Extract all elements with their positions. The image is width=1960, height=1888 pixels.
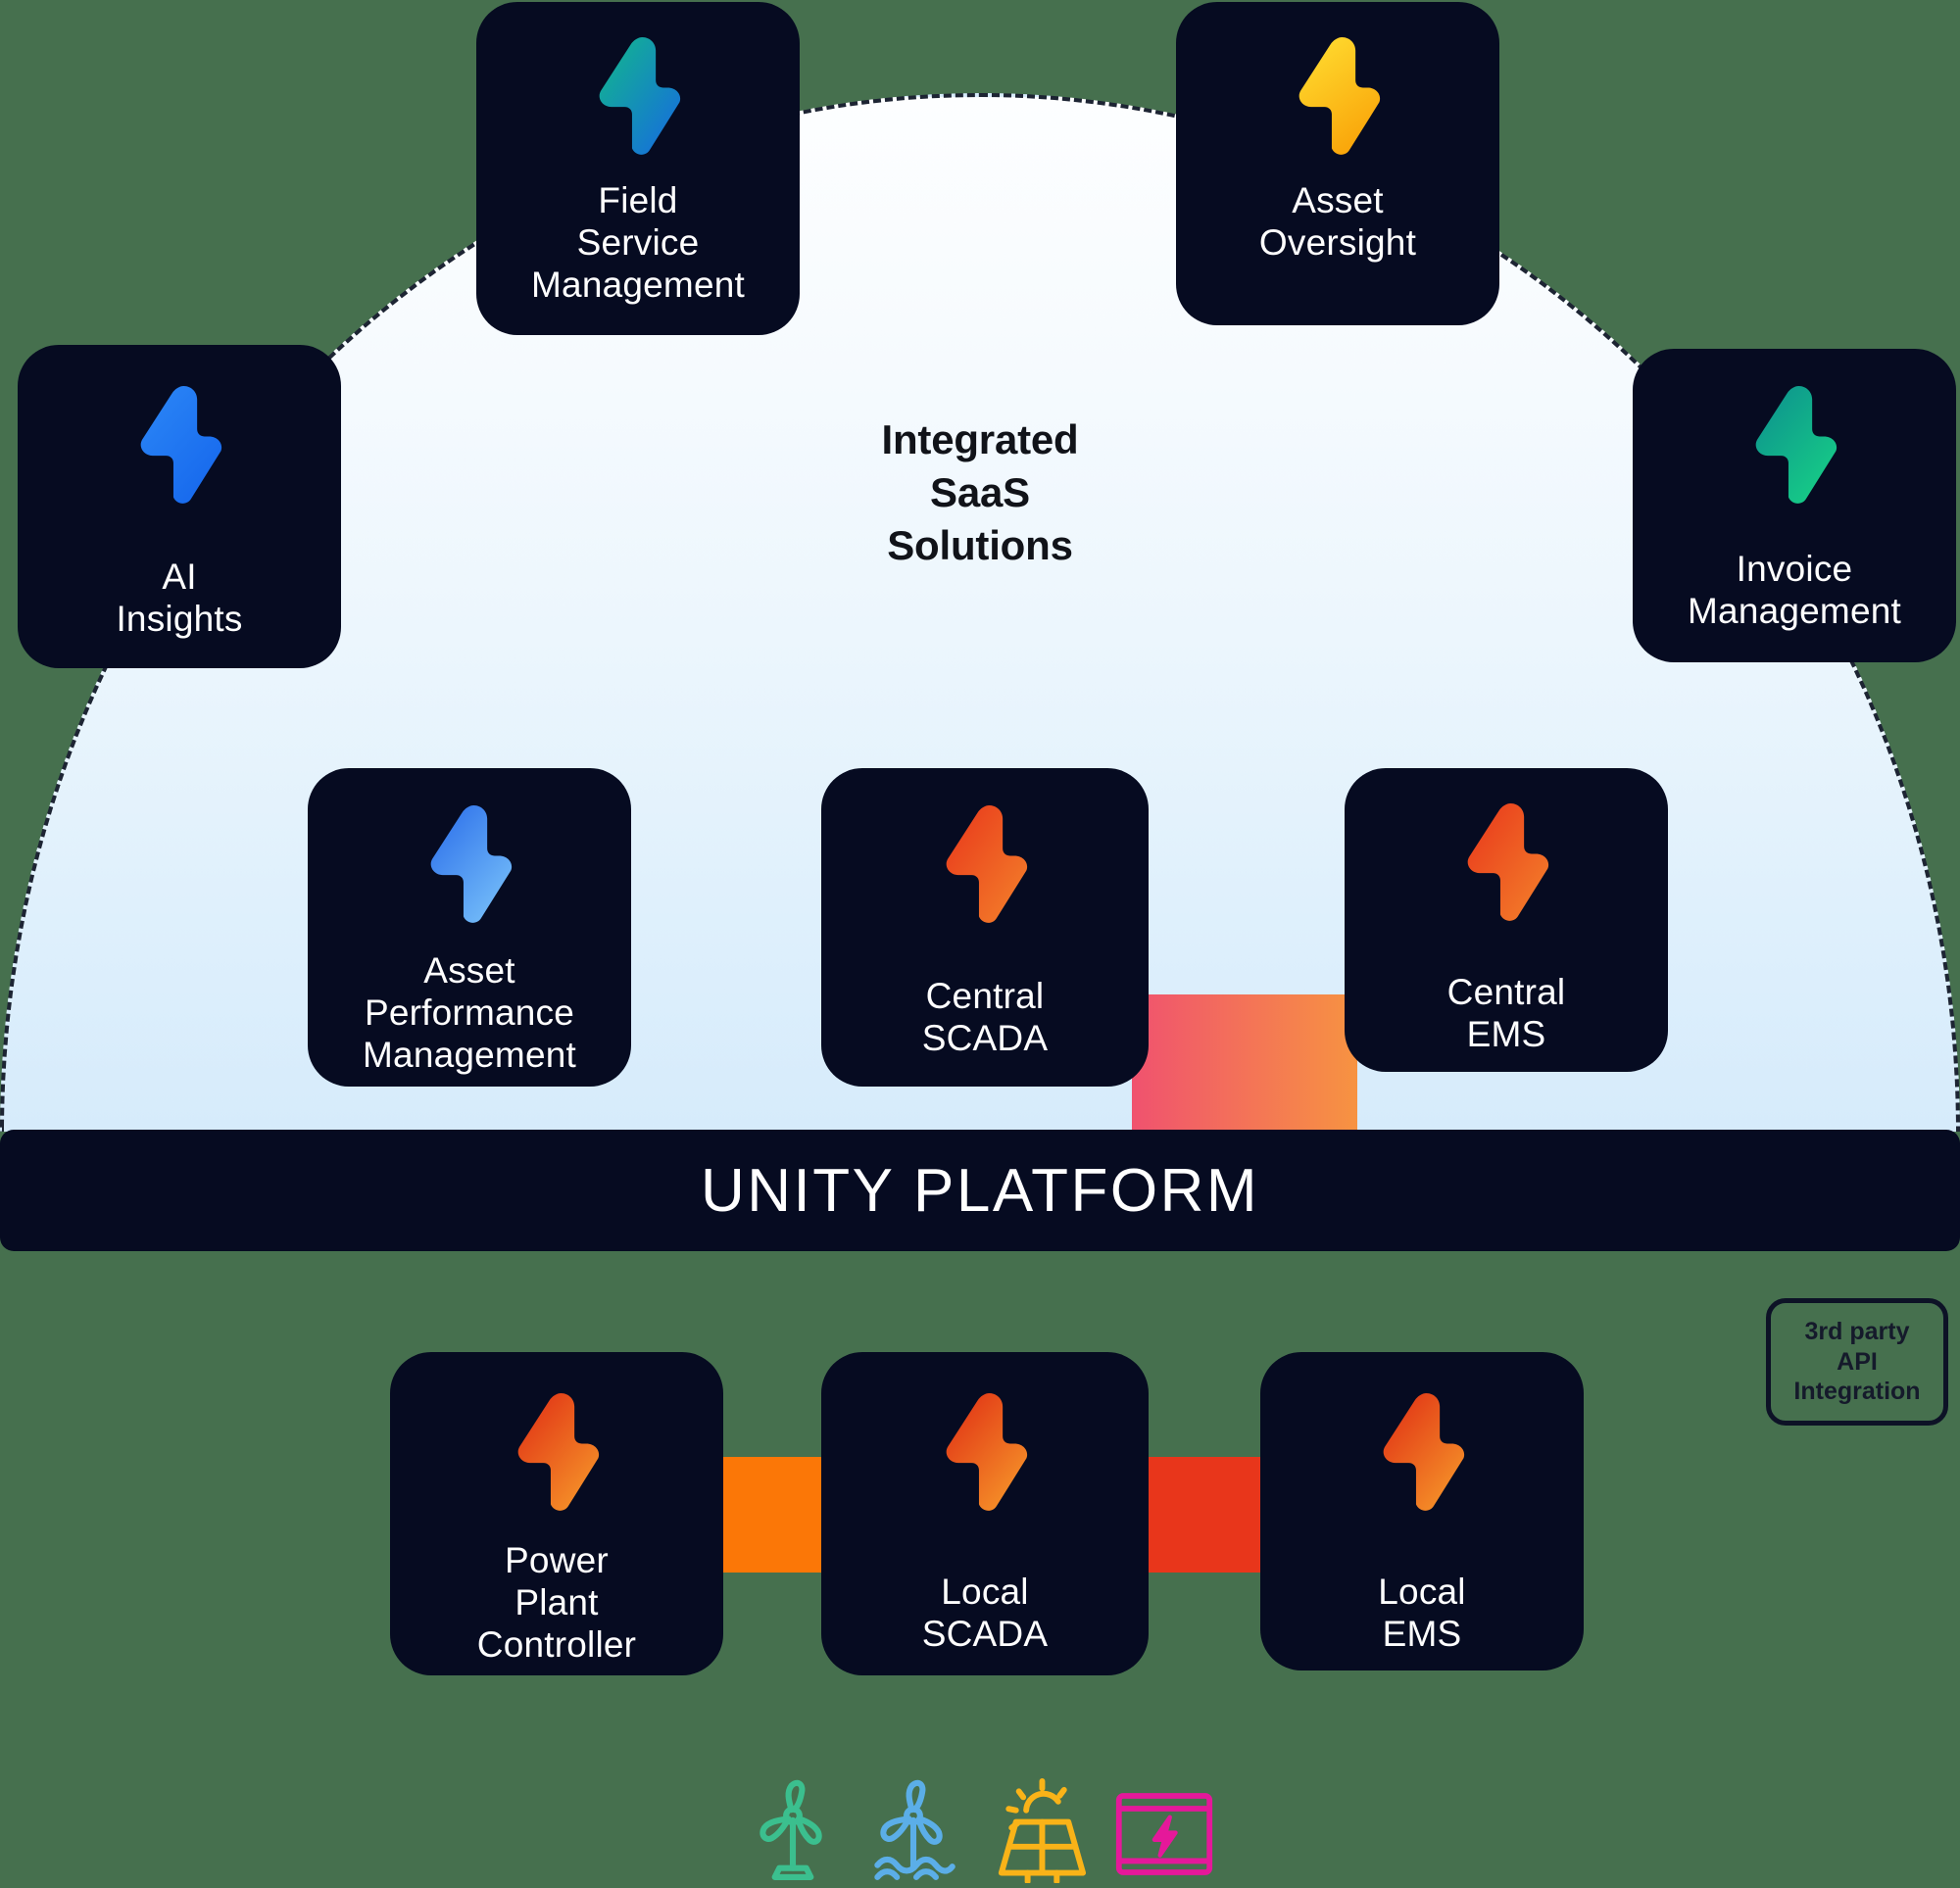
bolt-icon xyxy=(940,799,1030,927)
battery-storage-icon xyxy=(1113,1785,1215,1888)
unity-platform-bar[interactable]: UNITY PLATFORM xyxy=(0,1130,1960,1251)
bolt-icon xyxy=(1749,380,1839,508)
bolt-icon xyxy=(134,380,224,508)
bolt-icon xyxy=(593,31,683,159)
card-central-scada[interactable]: Central SCADA xyxy=(821,768,1149,1087)
card-central-ems[interactable]: Central EMS xyxy=(1345,768,1668,1072)
card-label: Asset Performance Management xyxy=(363,950,576,1075)
third-party-label: 3rd party API Integration xyxy=(1793,1318,1921,1406)
card-local-ems[interactable]: Local EMS xyxy=(1260,1352,1584,1670)
bolt-icon xyxy=(1377,1387,1467,1515)
card-label: Central EMS xyxy=(1446,972,1566,1054)
offshore-wind-turbine-icon xyxy=(865,1775,961,1888)
card-asset-oversight[interactable]: Asset Oversight xyxy=(1176,2,1499,325)
diagram-canvas: Integrated SaaS Solutions Field Service … xyxy=(0,0,1960,1888)
bolt-icon xyxy=(940,1387,1030,1515)
wind-turbine-icon xyxy=(745,1775,841,1888)
energy-asset-icon-row xyxy=(745,1775,1215,1888)
unity-platform-label: UNITY PLATFORM xyxy=(700,1156,1260,1225)
card-label: Asset Oversight xyxy=(1258,180,1417,263)
card-asset-performance-management[interactable]: Asset Performance Management xyxy=(308,768,631,1087)
card-local-scada[interactable]: Local SCADA xyxy=(821,1352,1149,1675)
connector-central-scada-to-central-ems xyxy=(1132,994,1357,1130)
third-party-api-integration-box[interactable]: 3rd party API Integration xyxy=(1766,1298,1948,1426)
card-label: Central SCADA xyxy=(921,976,1049,1058)
card-label: Power Plant Controller xyxy=(476,1540,637,1665)
card-label: Field Service Management xyxy=(531,180,745,305)
bolt-icon xyxy=(424,799,514,927)
card-field-service-management[interactable]: Field Service Management xyxy=(476,2,800,335)
card-ai-insights[interactable]: AI Insights xyxy=(18,345,341,668)
card-label: AI Insights xyxy=(116,557,243,639)
bolt-icon xyxy=(1461,798,1551,925)
card-invoice-management[interactable]: Invoice Management xyxy=(1633,349,1956,662)
bolt-icon xyxy=(512,1387,602,1515)
card-label: Local SCADA xyxy=(921,1572,1049,1654)
card-label: Invoice Management xyxy=(1688,549,1901,631)
bolt-icon xyxy=(1293,31,1383,159)
card-label: Local EMS xyxy=(1378,1572,1466,1654)
card-power-plant-controller[interactable]: Power Plant Controller xyxy=(390,1352,723,1675)
page-title: Integrated SaaS Solutions xyxy=(881,416,1079,568)
solar-panel-icon xyxy=(987,1775,1089,1888)
